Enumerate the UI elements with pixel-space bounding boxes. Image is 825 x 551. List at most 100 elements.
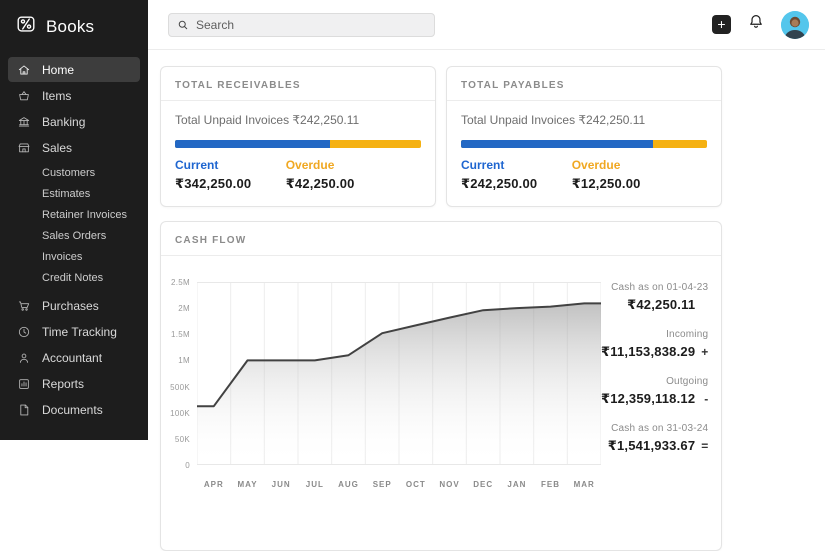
sales-subnav: Customers Estimates Retainer Invoices Sa… <box>0 161 148 292</box>
payables-progress-bar <box>461 140 707 148</box>
sidebar-item-label: Time Tracking <box>42 325 117 339</box>
y-tick-label: 1.5M <box>171 330 190 339</box>
x-tick-label: FEB <box>534 480 568 489</box>
sidebar-item-label: Home <box>42 63 74 77</box>
sidebar-item-home[interactable]: Home <box>8 57 140 82</box>
sidebar-item-label: Sales <box>42 141 72 155</box>
sidebar-item-documents[interactable]: Documents <box>8 397 140 422</box>
total-payables-card: TOTAL PAYABLES Total Unpaid Invoices ₹24… <box>446 66 722 207</box>
x-tick-label: JUL <box>298 480 332 489</box>
sidebar-item-banking[interactable]: Banking <box>8 109 140 134</box>
app-logo[interactable]: Books <box>0 0 148 50</box>
dashboard-content: TOTAL RECEIVABLES Total Unpaid Invoices … <box>148 50 825 551</box>
card-title: TOTAL RECEIVABLES <box>175 80 301 91</box>
sidebar-item-label: Purchases <box>42 299 99 313</box>
sidebar-item-label: Reports <box>42 377 84 391</box>
minus-operator: - <box>695 392 708 406</box>
x-tick-label: APR <box>197 480 231 489</box>
payables-amounts: Current ₹242,250.00 Overdue ₹12,250.00 <box>461 158 707 192</box>
sidebar-item-accountant[interactable]: Accountant <box>8 345 140 370</box>
search-input[interactable] <box>196 18 426 32</box>
cashflow-chart-svg <box>197 282 601 465</box>
sidebar-subitem-invoices[interactable]: Invoices <box>0 247 148 268</box>
card-title: CASH FLOW <box>175 235 246 246</box>
card-body: Total Unpaid Invoices ₹242,250.11 Curren… <box>447 101 721 206</box>
search-box[interactable] <box>168 13 435 37</box>
sidebar-subitem-sales-orders[interactable]: Sales Orders <box>0 226 148 247</box>
sidebar-subitem-credit-notes[interactable]: Credit Notes <box>0 268 148 289</box>
bar-chart-icon <box>16 376 31 391</box>
sidebar-subitem-customers[interactable]: Customers <box>0 163 148 184</box>
cart-icon <box>16 298 31 313</box>
card-title: TOTAL PAYABLES <box>461 80 565 91</box>
summary-cards-row: TOTAL RECEIVABLES Total Unpaid Invoices … <box>160 66 722 207</box>
overdue-value: ₹42,250.00 <box>286 176 397 192</box>
sidebar-item-reports[interactable]: Reports <box>8 371 140 396</box>
card-body: Total Unpaid Invoices ₹242,250.11 Curren… <box>161 101 435 206</box>
sidebar-item-purchases[interactable]: Purchases <box>8 293 140 318</box>
stat-outgoing: Outgoing ₹12,359,118.12- <box>601 376 708 407</box>
cash-flow-chart-area: 050K100K500K1M1.5M2M2.5M APRMAYJUNJULAUG… <box>161 256 601 489</box>
main-area: + <box>148 0 825 440</box>
app-title: Books <box>46 17 94 37</box>
x-tick-label: JAN <box>500 480 534 489</box>
y-axis-labels: 050K100K500K1M1.5M2M2.5M <box>161 282 197 465</box>
search-icon <box>177 19 189 31</box>
person-icon <box>16 350 31 365</box>
app-window: Books Home Items Banking <box>0 0 825 440</box>
sidebar-item-sales[interactable]: Sales <box>8 135 140 160</box>
sidebar-item-label: Accountant <box>42 351 102 365</box>
clock-icon <box>16 324 31 339</box>
sidebar-item-label: Documents <box>42 403 103 417</box>
sidebar: Books Home Items Banking <box>0 0 148 440</box>
unpaid-invoices-text: Total Unpaid Invoices ₹242,250.11 <box>175 113 421 127</box>
sidebar-item-items[interactable]: Items <box>8 83 140 108</box>
card-header: TOTAL RECEIVABLES <box>161 67 435 101</box>
home-icon <box>16 62 31 77</box>
add-button[interactable]: + <box>712 15 731 34</box>
overdue-column: Overdue ₹12,250.00 <box>572 158 683 192</box>
stat-closing-cash: Cash as on 31-03-24 ₹1,541,933.67= <box>601 423 708 454</box>
x-tick-label: AUG <box>332 480 366 489</box>
bell-icon[interactable] <box>747 13 765 36</box>
x-tick-label: SEP <box>365 480 399 489</box>
cash-flow-plot: APRMAYJUNJULAUGSEPOCTNOVDECJANFEBMAR <box>197 282 601 489</box>
sidebar-nav: Home Items Banking Sales <box>0 50 148 422</box>
plus-operator: + <box>695 345 708 359</box>
sidebar-item-time-tracking[interactable]: Time Tracking <box>8 319 140 344</box>
cash-flow-stats: Cash as on 01-04-23 ₹42,250.11 Incoming … <box>601 256 721 489</box>
y-tick-label: 2.5M <box>171 278 190 287</box>
store-icon <box>16 140 31 155</box>
overdue-column: Overdue ₹42,250.00 <box>286 158 397 192</box>
cash-flow-card: CASH FLOW 050K100K500K1M1.5M2M2.5M APRMA… <box>160 221 722 551</box>
sidebar-subitem-retainer-invoices[interactable]: Retainer Invoices <box>0 205 148 226</box>
card-header: CASH FLOW <box>161 222 721 256</box>
user-avatar[interactable] <box>781 11 809 39</box>
unpaid-invoices-text: Total Unpaid Invoices ₹242,250.11 <box>461 113 707 127</box>
basket-icon <box>16 88 31 103</box>
stat-incoming: Incoming ₹11,153,838.29+ <box>601 329 708 360</box>
y-tick-label: 2M <box>178 304 190 313</box>
sidebar-item-label: Items <box>42 89 71 103</box>
receivables-progress-fill <box>175 140 330 148</box>
equals-operator: = <box>695 439 708 453</box>
x-tick-label: JUN <box>264 480 298 489</box>
sidebar-item-label: Banking <box>42 115 85 129</box>
y-tick-label: 500K <box>170 383 190 392</box>
current-value: ₹342,250.00 <box>175 176 286 192</box>
y-tick-label: 0 <box>185 461 190 470</box>
overdue-value: ₹12,250.00 <box>572 176 683 192</box>
overdue-label: Overdue <box>286 158 397 172</box>
x-tick-label: MAY <box>231 480 265 489</box>
x-tick-label: OCT <box>399 480 433 489</box>
x-axis-labels: APRMAYJUNJULAUGSEPOCTNOVDECJANFEBMAR <box>197 480 601 489</box>
y-tick-label: 100K <box>170 409 190 418</box>
receivables-progress-bar <box>175 140 421 148</box>
bank-icon <box>16 114 31 129</box>
sidebar-subitem-estimates[interactable]: Estimates <box>0 184 148 205</box>
current-column: Current ₹342,250.00 <box>175 158 286 192</box>
overdue-label: Overdue <box>572 158 683 172</box>
card-header: TOTAL PAYABLES <box>447 67 721 101</box>
receivables-amounts: Current ₹342,250.00 Overdue ₹42,250.00 <box>175 158 421 192</box>
document-icon <box>16 402 31 417</box>
